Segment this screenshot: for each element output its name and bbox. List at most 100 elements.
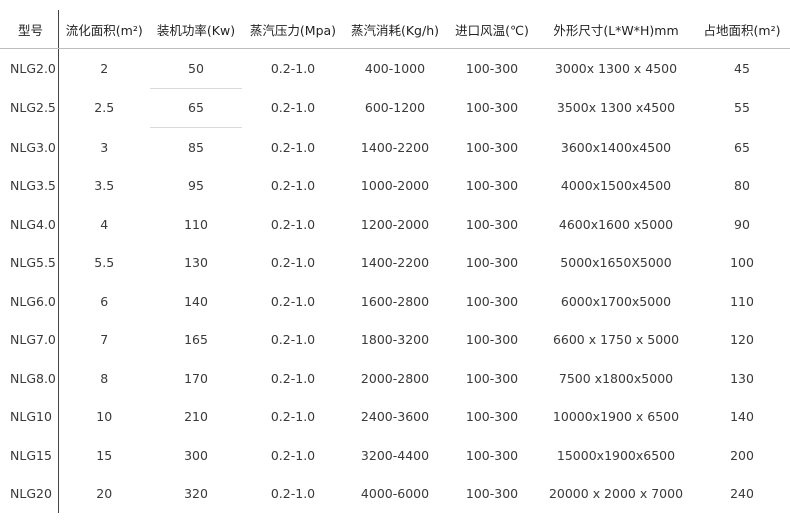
table-row: NLG8.0 8 170 0.2-1.0 2000-2800 100-300 7500 x1… bbox=[0, 359, 790, 398]
cell-model: NLG7.0 bbox=[0, 320, 59, 359]
cell-inlet-air-temp: 100-300 bbox=[465, 447, 519, 463]
header-floor-area: 占地面积(m²) bbox=[694, 10, 790, 49]
cell-dimensions: 6000x1700x5000 bbox=[560, 293, 672, 309]
cell-floor-area: 100 bbox=[730, 255, 754, 271]
cell-fluidized-area: 15 bbox=[96, 447, 113, 463]
cell-inlet-air-temp: 100-300 bbox=[465, 100, 519, 116]
cell-floor-area: 120 bbox=[730, 332, 754, 348]
cell-model: NLG2.0 bbox=[0, 48, 59, 88]
table-body: NLG2.0 2 50 0.2-1.0 400-1000 100-300 3000x 130… bbox=[0, 48, 790, 513]
cell-inlet-air-temp: 100-300 bbox=[465, 486, 519, 502]
cell-inlet-air-temp: 100-300 bbox=[465, 332, 519, 348]
cell-steam-pressure: 0.2-1.0 bbox=[270, 178, 316, 194]
cell-installed-power: 85 bbox=[188, 139, 204, 155]
header-dimensions: 外形尺寸(L*W*H)mm bbox=[538, 10, 694, 49]
header-model: 型号 bbox=[0, 10, 59, 49]
table-row: NLG10 10 210 0.2-1.0 2400-3600 100-300 10000x1… bbox=[0, 397, 790, 436]
cell-floor-area: 80 bbox=[734, 178, 750, 194]
cell-installed-power: 130 bbox=[184, 255, 208, 271]
cell-floor-area: 130 bbox=[730, 370, 754, 386]
header-fluidized-area: 流化面积(m²) bbox=[58, 10, 150, 49]
dryer-spec-table: 型号 流化面积(m²) 装机功率(Kw) 蒸汽压力(Mpa) 蒸汽消耗(Kg/h… bbox=[0, 10, 790, 513]
cell-model: NLG20 bbox=[0, 474, 59, 513]
cell-steam-consumption: 1400-2200 bbox=[360, 255, 430, 271]
cell-steam-consumption: 1000-2000 bbox=[360, 178, 430, 194]
cell-inlet-air-temp: 100-300 bbox=[465, 409, 519, 425]
cell-dimensions: 6600 x 1750 x 5000 bbox=[552, 332, 680, 348]
cell-floor-area: 200 bbox=[730, 447, 754, 463]
table-header: 型号 流化面积(m²) 装机功率(Kw) 蒸汽压力(Mpa) 蒸汽消耗(Kg/h… bbox=[0, 10, 790, 49]
cell-model: NLG2.5 bbox=[0, 88, 59, 128]
table-row: NLG3.5 3.5 95 0.2-1.0 1000-2000 100-300 4000x1… bbox=[0, 166, 790, 205]
header-installed-power: 装机功率(Kw) bbox=[150, 10, 242, 49]
cell-inlet-air-temp: 100-300 bbox=[465, 255, 519, 271]
cell-steam-pressure: 0.2-1.0 bbox=[270, 100, 316, 116]
cell-dimensions: 20000 x 2000 x 7000 bbox=[548, 486, 684, 502]
cell-dimensions: 3000x 1300 x 4500 bbox=[554, 61, 678, 76]
cell-steam-consumption: 2400-3600 bbox=[360, 409, 430, 425]
cell-steam-consumption: 1800-3200 bbox=[360, 332, 430, 348]
header-row: 型号 流化面积(m²) 装机功率(Kw) 蒸汽压力(Mpa) 蒸汽消耗(Kg/h… bbox=[0, 10, 790, 49]
cell-steam-pressure: 0.2-1.0 bbox=[270, 255, 316, 271]
cell-installed-power: 165 bbox=[184, 332, 208, 348]
table-row: NLG15 15 300 0.2-1.0 3200-4400 100-300 15000x1… bbox=[0, 436, 790, 475]
cell-dimensions: 5000x1650X5000 bbox=[560, 255, 672, 271]
cell-fluidized-area: 5.5 bbox=[94, 255, 115, 271]
table-row: NLG3.0 3 85 0.2-1.0 1400-2200 100-300 3600x140… bbox=[0, 127, 790, 167]
cell-floor-area: 90 bbox=[734, 216, 750, 232]
cell-dimensions: 4000x1500x4500 bbox=[560, 178, 672, 194]
cell-steam-pressure: 0.2-1.0 bbox=[270, 486, 316, 502]
cell-inlet-air-temp: 100-300 bbox=[465, 139, 519, 155]
cell-steam-pressure: 0.2-1.0 bbox=[270, 370, 316, 386]
cell-installed-power: 170 bbox=[184, 370, 208, 386]
cell-fluidized-area: 3.5 bbox=[94, 178, 115, 194]
cell-model: NLG5.5 bbox=[0, 243, 59, 282]
cell-fluidized-area: 8 bbox=[100, 370, 109, 386]
table-row: NLG5.5 5.5 130 0.2-1.0 1400-2200 100-300 5000x… bbox=[0, 243, 790, 282]
cell-fluidized-area: 7 bbox=[100, 332, 109, 348]
table-row: NLG2.0 2 50 0.2-1.0 400-1000 100-300 3000x 130… bbox=[0, 48, 790, 89]
cell-steam-consumption: 4000-6000 bbox=[360, 486, 430, 502]
cell-steam-consumption: 2000-2800 bbox=[360, 370, 430, 386]
table-row: NLG7.0 7 165 0.2-1.0 1800-3200 100-300 6600 x … bbox=[0, 320, 790, 359]
cell-steam-pressure: 0.2-1.0 bbox=[270, 61, 316, 76]
cell-dimensions: 3500x 1300 x4500 bbox=[556, 100, 676, 116]
cell-model: NLG4.0 bbox=[0, 205, 59, 244]
cell-floor-area: 45 bbox=[734, 61, 750, 76]
cell-steam-pressure: 0.2-1.0 bbox=[270, 293, 316, 309]
cell-fluidized-area: 2 bbox=[100, 61, 109, 76]
cell-inlet-air-temp: 100-300 bbox=[465, 370, 519, 386]
cell-floor-area: 110 bbox=[730, 293, 754, 309]
cell-steam-consumption: 400-1000 bbox=[364, 61, 426, 76]
cell-fluidized-area: 4 bbox=[100, 216, 109, 232]
cell-inlet-air-temp: 100-300 bbox=[465, 178, 519, 194]
cell-steam-pressure: 0.2-1.0 bbox=[270, 447, 316, 463]
cell-installed-power: 110 bbox=[184, 216, 208, 232]
cell-dimensions: 3600x1400x4500 bbox=[560, 139, 672, 155]
cell-floor-area: 140 bbox=[730, 409, 754, 425]
cell-installed-power: 65 bbox=[150, 88, 242, 128]
cell-steam-consumption: 1600-2800 bbox=[360, 293, 430, 309]
cell-steam-consumption: 3200-4400 bbox=[360, 447, 430, 463]
cell-dimensions: 15000x1900x6500 bbox=[556, 447, 676, 463]
cell-installed-power: 50 bbox=[150, 48, 242, 89]
cell-dimensions: 10000x1900 x 6500 bbox=[552, 409, 680, 425]
cell-steam-pressure: 0.2-1.0 bbox=[270, 409, 316, 425]
cell-model: NLG3.5 bbox=[0, 166, 59, 205]
cell-floor-area: 55 bbox=[734, 100, 750, 116]
cell-steam-pressure: 0.2-1.0 bbox=[270, 139, 316, 155]
table-row: NLG2.5 2.5 65 0.2-1.0 600-1200 100-300 3500x 1… bbox=[0, 88, 790, 128]
cell-inlet-air-temp: 100-300 bbox=[465, 293, 519, 309]
cell-model: NLG6.0 bbox=[0, 282, 59, 321]
spec-table-container: 型号 流化面积(m²) 装机功率(Kw) 蒸汽压力(Mpa) 蒸汽消耗(Kg/h… bbox=[0, 0, 790, 521]
table-row: NLG4.0 4 110 0.2-1.0 1200-2000 100-300 4600x16… bbox=[0, 205, 790, 244]
cell-inlet-air-temp: 100-300 bbox=[465, 216, 519, 232]
cell-fluidized-area: 10 bbox=[96, 409, 113, 425]
cell-model: NLG3.0 bbox=[0, 127, 59, 167]
cell-fluidized-area: 20 bbox=[96, 486, 113, 502]
cell-installed-power: 320 bbox=[184, 486, 208, 502]
table-row: NLG6.0 6 140 0.2-1.0 1600-2800 100-300 6000x17… bbox=[0, 282, 790, 321]
cell-fluidized-area: 2.5 bbox=[94, 100, 115, 116]
cell-steam-consumption: 1400-2200 bbox=[360, 139, 430, 155]
header-inlet-air-temp: 进口风温(℃) bbox=[446, 10, 538, 49]
